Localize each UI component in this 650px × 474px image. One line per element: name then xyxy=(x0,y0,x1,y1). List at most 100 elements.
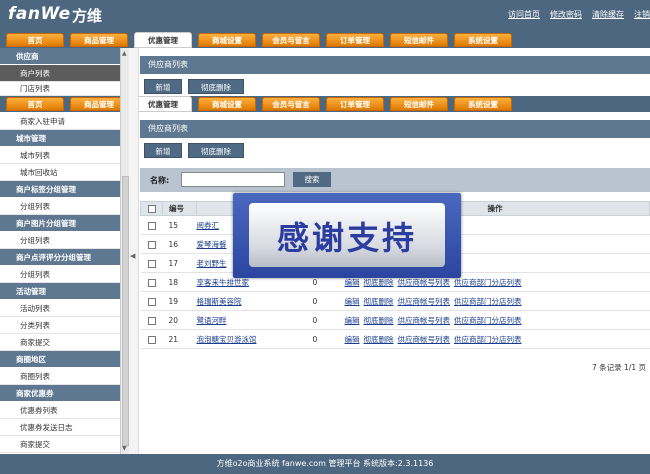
row-id: 20 xyxy=(162,310,197,330)
scroll-down-icon[interactable]: ▼ xyxy=(122,445,127,452)
link-logout[interactable]: 注销 xyxy=(634,9,650,20)
sidebar-item[interactable]: 分组列表 xyxy=(0,232,120,249)
account-list-link[interactable]: 供应商帐号列表 xyxy=(398,297,451,306)
sidebar-group: 商户点评评分分组管理 xyxy=(0,249,120,266)
sidebar-item[interactable]: 分组列表 xyxy=(0,266,120,283)
sidebar-item[interactable]: 商圈列表 xyxy=(0,368,120,385)
sidebar-item-store-list[interactable]: 门店列表 xyxy=(0,82,120,96)
row-checkbox[interactable] xyxy=(147,259,156,268)
account-list-link[interactable]: 供应商帐号列表 xyxy=(398,278,451,287)
row-ops: 编辑 彻底删除 供应商帐号列表 供应商部门分店列表 xyxy=(340,291,650,311)
scroll-thumb[interactable] xyxy=(122,176,129,446)
tab-promotions[interactable]: 优惠管理 xyxy=(134,32,192,48)
delete-link[interactable]: 彻底删除 xyxy=(364,278,394,287)
sidebar-item[interactable]: 优惠券发送日志 xyxy=(0,419,120,436)
search-bar: 名称: 搜索 xyxy=(140,168,650,192)
sidebar-item-merchant-list[interactable]: 商户列表 xyxy=(0,65,120,82)
select-all-checkbox[interactable] xyxy=(147,205,156,213)
thanks-overlay-panel: 感谢支持 xyxy=(249,203,445,267)
sidebar-group: 商户标签分组管理 xyxy=(0,181,120,198)
sidebar-item[interactable]: 优惠券列表 xyxy=(0,402,120,419)
delete-link[interactable]: 彻底删除 xyxy=(364,316,394,325)
table-row: 21 泡泡糖宝贝游泳馆 0 编辑 彻底删除 供应商帐号列表 供应商部门分店列表 xyxy=(140,329,650,349)
branch-list-link[interactable]: 供应商部门分店列表 xyxy=(454,278,522,287)
sidebar-item[interactable]: 分组列表 xyxy=(0,198,120,215)
delete-link[interactable]: 彻底删除 xyxy=(364,335,394,344)
sidebar-group: 商圈地区 xyxy=(0,351,120,368)
row-id: 19 xyxy=(162,291,197,311)
tab-members[interactable]: 会员与留言 xyxy=(262,33,320,47)
row-id: 18 xyxy=(162,272,197,292)
edit-link[interactable]: 编辑 xyxy=(345,316,360,325)
sidebar-collapse-bar[interactable]: ◀ xyxy=(129,48,139,454)
link-change-password[interactable]: 修改密码 xyxy=(550,9,582,20)
row-number: 0 xyxy=(308,329,341,349)
row-name-link[interactable]: 格瑞斯美容院 xyxy=(196,291,309,311)
footer: 方维o2o商业系统 fanwe.com 管理平台 系统版本:2.3.1136 xyxy=(0,454,650,474)
row-checkbox[interactable] xyxy=(147,316,156,325)
select-all-header[interactable] xyxy=(140,201,163,216)
tab-mall-settings[interactable]: 商城设置 xyxy=(198,33,256,47)
row-checkbox[interactable] xyxy=(147,335,156,344)
search-label: 名称: xyxy=(150,176,170,185)
row-checkbox[interactable] xyxy=(147,221,156,230)
search-button[interactable]: 搜索 xyxy=(293,172,331,187)
collapse-arrow-icon[interactable]: ◀ xyxy=(130,252,135,260)
scroll-up-icon[interactable]: ▲ xyxy=(122,50,127,57)
thanks-overlay-text: 感谢支持 xyxy=(276,219,417,257)
sidebar-item[interactable]: 商家入驻申请 xyxy=(0,113,120,130)
account-list-link[interactable]: 供应商帐号列表 xyxy=(398,335,451,344)
row-checkbox[interactable] xyxy=(147,278,156,287)
edit-link[interactable]: 编辑 xyxy=(345,278,360,287)
delete-button[interactable]: 彻底删除 xyxy=(188,143,244,158)
sidebar-item[interactable]: 城市列表 xyxy=(0,147,120,164)
sidebar-item[interactable]: 商家提交 xyxy=(0,334,120,351)
panel-title: 供应商列表 xyxy=(140,120,650,138)
tab-sms-email[interactable]: 短信邮件 xyxy=(390,33,448,47)
tab-system[interactable]: 系统设置 xyxy=(454,33,512,47)
add-button[interactable]: 新增 xyxy=(144,143,182,158)
row-checkbox[interactable] xyxy=(147,240,156,249)
row-ops: 编辑 彻底删除 供应商帐号列表 供应商部门分店列表 xyxy=(340,310,650,330)
row-name-link[interactable]: 鹭语河畔 xyxy=(196,310,309,330)
row-id: 17 xyxy=(162,253,197,273)
sidebar-item[interactable]: 城市回收站 xyxy=(0,164,120,181)
sidebar-item[interactable]: 活动列表 xyxy=(0,300,120,317)
sidebar-item[interactable]: 分类列表 xyxy=(0,317,120,334)
account-list-link[interactable]: 供应商帐号列表 xyxy=(398,316,451,325)
sidebar-group: 商家优惠券 xyxy=(0,385,120,402)
column-header-id[interactable]: 编号 xyxy=(162,201,197,216)
tab-products[interactable]: 商品管理 xyxy=(70,33,128,47)
sidebar-group: 活动管理 xyxy=(0,283,120,300)
row-number: 0 xyxy=(308,291,341,311)
add-button-back[interactable]: 新增 xyxy=(144,79,182,94)
table-row: 20 鹭语河畔 0 编辑 彻底删除 供应商帐号列表 供应商部门分店列表 xyxy=(140,310,650,330)
sidebar-item[interactable]: 商家提交 xyxy=(0,436,120,453)
sidebar-group: 城市管理 xyxy=(0,130,120,147)
logo: fanWe xyxy=(8,4,71,24)
branch-list-link[interactable]: 供应商部门分店列表 xyxy=(454,335,522,344)
branch-list-link[interactable]: 供应商部门分店列表 xyxy=(454,297,522,306)
row-name-link[interactable]: 泡泡糖宝贝游泳馆 xyxy=(196,329,309,349)
sidebar-group: 供应商 xyxy=(0,48,120,65)
link-clear-cache[interactable]: 清除缓存 xyxy=(592,9,624,20)
header: fanWe 方维 访问首页 修改密码 清除缓存 注销 xyxy=(0,0,650,32)
sidebar-list: 商家入驻申请 城市管理 城市列表 城市回收站 商户标签分组管理 分组列表 商户图片分组管理分… xyxy=(0,113,120,453)
sidebar-scrollbar[interactable]: ▲ ▼ xyxy=(120,48,129,454)
row-id: 16 xyxy=(162,234,197,254)
edit-link[interactable]: 编辑 xyxy=(345,297,360,306)
delete-button-back[interactable]: 彻底删除 xyxy=(188,79,244,94)
row-checkbox[interactable] xyxy=(147,297,156,306)
delete-link[interactable]: 彻底删除 xyxy=(364,297,394,306)
branch-list-link[interactable]: 供应商部门分店列表 xyxy=(454,316,522,325)
tab-home[interactable]: 首页 xyxy=(6,97,64,111)
row-number: 0 xyxy=(308,310,341,330)
panel-title-back: 供应商列表 xyxy=(140,56,650,74)
tab-home[interactable]: 首页 xyxy=(6,33,64,47)
row-id: 21 xyxy=(162,329,197,349)
tab-orders[interactable]: 订单管理 xyxy=(326,33,384,47)
table-row: 19 格瑞斯美容院 0 编辑 彻底删除 供应商帐号列表 供应商部门分店列表 xyxy=(140,291,650,311)
link-home[interactable]: 访问首页 xyxy=(508,9,540,20)
edit-link[interactable]: 编辑 xyxy=(345,335,360,344)
search-input[interactable] xyxy=(181,172,285,187)
